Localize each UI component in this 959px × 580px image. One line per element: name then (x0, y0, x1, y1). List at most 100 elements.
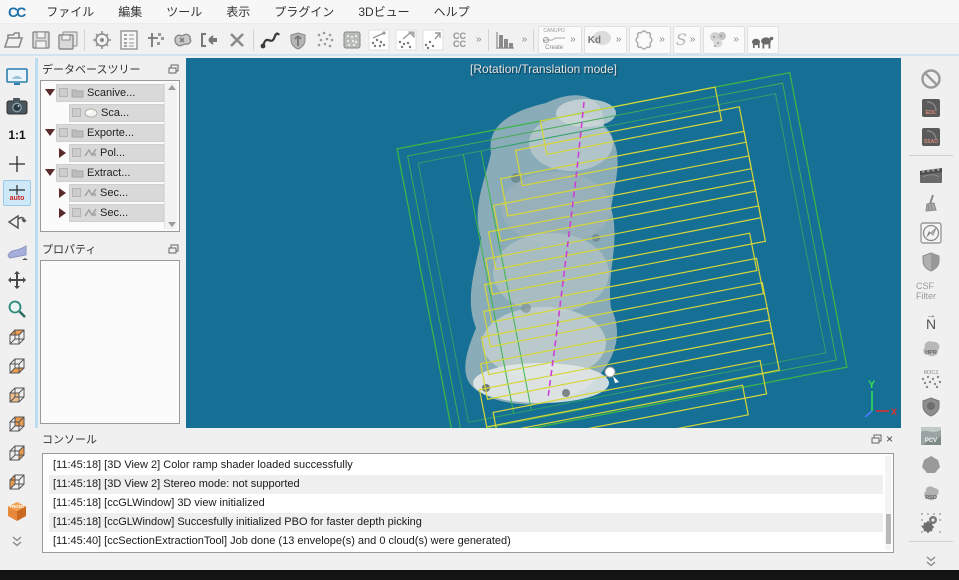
plugin-animation-group[interactable] (747, 26, 779, 54)
3d-scene: Y X (186, 58, 901, 428)
visibility-checkbox[interactable] (59, 168, 68, 177)
menu-edit[interactable]: 編集 (106, 0, 154, 24)
compass-icon[interactable] (916, 220, 946, 245)
zoom-fit-icon[interactable] (3, 151, 31, 177)
expander-right-icon[interactable] (56, 208, 69, 218)
tree-row-polyline[interactable]: Pol... (43, 143, 178, 162)
toolbar-overflow-chevron[interactable]: » (473, 34, 485, 45)
menu-3dviews[interactable]: 3Dビュー (346, 0, 421, 24)
plugin-sra-group[interactable]: S » (673, 26, 702, 54)
view-bottom-cube-icon[interactable] (3, 354, 31, 380)
animation-film-icon[interactable] (916, 162, 946, 187)
menu-tools[interactable]: ツール (154, 0, 214, 24)
plugin-canupo-group[interactable]: CANUPO Create » (538, 26, 582, 54)
rsd-icon[interactable]: RSD (916, 481, 946, 506)
view-left-cube-icon[interactable] (3, 470, 31, 496)
tree-row-scanive[interactable]: Scanive... (43, 83, 178, 102)
tree-row-section-2[interactable]: Sec... (43, 203, 178, 222)
plugin-kd-group[interactable]: Kd » (584, 26, 628, 54)
plugin-facets-group[interactable]: » (703, 26, 745, 54)
left-rail-overflow-chevron[interactable] (3, 528, 31, 554)
ssao-shader-icon[interactable]: SSAO (916, 124, 946, 149)
float-panel-icon[interactable] (168, 64, 179, 74)
perspective-surface-icon[interactable] (3, 238, 31, 264)
shield-dark-icon[interactable] (916, 394, 946, 419)
menu-display[interactable]: 表示 (214, 0, 262, 24)
tree-scrollbar[interactable] (164, 83, 177, 229)
csf-filter-label[interactable]: CSF Filter (916, 278, 946, 303)
full-screen-3d-icon[interactable] (3, 64, 31, 90)
tree-row-section-1[interactable]: Sec... (43, 183, 178, 202)
subsample-icon[interactable] (311, 27, 338, 53)
menu-file[interactable]: ファイル (34, 0, 106, 24)
normals-n-icon[interactable]: →N (916, 307, 946, 332)
merge-icon[interactable] (196, 27, 223, 53)
save-all-icon[interactable] (54, 27, 81, 53)
3d-viewport[interactable]: Y X [Rotation/Translation mode] (186, 58, 901, 428)
console-scrollbar[interactable] (885, 456, 891, 550)
expander-down-icon[interactable] (43, 129, 56, 136)
log-line: [11:45:18] [3D View 2] Stereo mode: not … (49, 475, 883, 494)
visibility-checkbox[interactable] (72, 208, 81, 217)
visibility-checkbox[interactable] (59, 128, 68, 137)
main-toolbar: CCCC » » CANUPO Create » Kd » (0, 25, 959, 56)
m3c2-icon[interactable]: M3C2 (916, 365, 946, 390)
octree-icon[interactable] (338, 27, 365, 53)
display-options-icon[interactable] (88, 27, 115, 53)
pcv-icon[interactable]: PCV (916, 423, 946, 448)
pan-icon[interactable] (3, 267, 31, 293)
expander-right-icon[interactable] (56, 188, 69, 198)
properties-list-icon[interactable] (115, 27, 142, 53)
tree-row-exported[interactable]: Exporte... (43, 123, 178, 142)
right-rail-separator (909, 155, 953, 156)
view-iso-front-icon[interactable]: FRONT (3, 499, 31, 525)
segment-icon[interactable] (257, 27, 284, 53)
view-back-cube-icon[interactable] (3, 412, 31, 438)
float-panel-icon[interactable] (168, 244, 179, 254)
float-panel-icon[interactable] (871, 434, 882, 444)
toolbar-overflow-chevron[interactable]: » (519, 34, 531, 45)
menu-plugins[interactable]: プラグイン (262, 0, 346, 24)
view-front-cube-icon[interactable] (3, 383, 31, 409)
cc-viewer-icon[interactable]: CCCC (446, 27, 473, 53)
sor-filter-icon[interactable] (392, 27, 419, 53)
save-icon[interactable] (27, 27, 54, 53)
rotate-view-icon[interactable] (3, 209, 31, 235)
clean-broom-icon[interactable] (916, 191, 946, 216)
console-panel-header: コンソール × (38, 430, 901, 448)
poisson-blob-icon[interactable] (916, 452, 946, 477)
histogram-icon[interactable] (492, 27, 519, 53)
tree-row-scan-cloud[interactable]: Sca... (43, 103, 178, 122)
zoom-auto-icon[interactable]: auto (3, 180, 31, 206)
console-scrollbar-thumb[interactable] (886, 514, 891, 544)
shield-classify-icon[interactable] (916, 249, 946, 274)
expander-right-icon[interactable] (56, 148, 69, 158)
view-top-cube-icon[interactable] (3, 325, 31, 351)
normals-shield-icon[interactable] (284, 27, 311, 53)
visibility-checkbox[interactable] (59, 88, 68, 97)
plugin-gear-group[interactable]: » (629, 26, 671, 54)
noise-filter-icon[interactable] (365, 27, 392, 53)
view-right-cube-icon[interactable] (3, 441, 31, 467)
visibility-checkbox[interactable] (72, 188, 81, 197)
clone-icon[interactable] (169, 27, 196, 53)
hpr-icon[interactable]: HPR (916, 336, 946, 361)
menu-help[interactable]: ヘルプ (422, 0, 482, 24)
expander-down-icon[interactable] (43, 89, 56, 96)
interpolate-icon[interactable] (419, 27, 446, 53)
edl-shader-icon[interactable]: EDL (916, 95, 946, 120)
point-picking-icon[interactable] (142, 27, 169, 53)
zoom-1-1-icon[interactable]: 1:1 (3, 122, 31, 148)
open-file-icon[interactable] (0, 27, 27, 53)
ransac-gears-icon[interactable] (916, 510, 946, 535)
delete-icon[interactable] (223, 27, 250, 53)
visibility-checkbox[interactable] (72, 108, 81, 117)
screenshot-camera-icon[interactable] (3, 93, 31, 119)
zoom-magnifier-icon[interactable] (3, 296, 31, 322)
app-logo: CC (0, 4, 34, 20)
visibility-checkbox[interactable] (72, 148, 81, 157)
tree-row-extract[interactable]: Extract... (43, 163, 178, 182)
expander-down-icon[interactable] (43, 169, 56, 176)
close-console-icon[interactable]: × (882, 432, 897, 446)
no-filter-icon[interactable] (916, 66, 946, 91)
